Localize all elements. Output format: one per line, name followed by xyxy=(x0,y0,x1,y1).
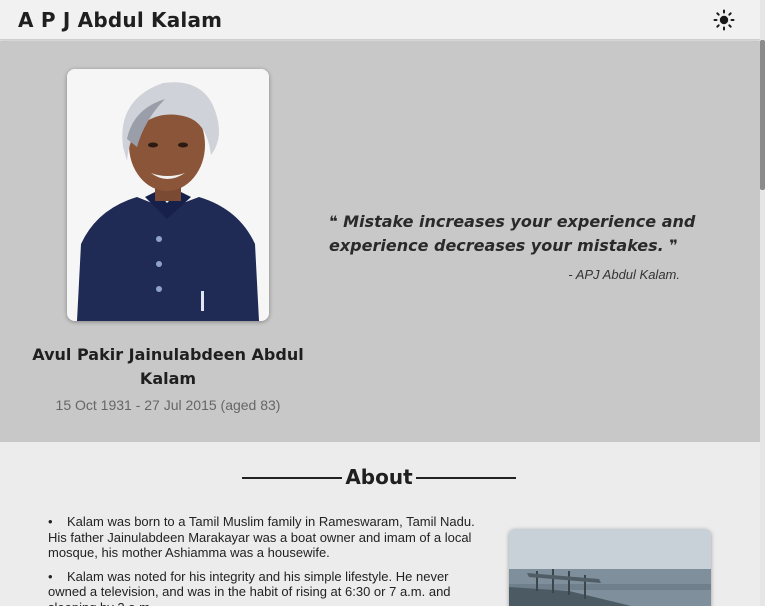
quote-author: - APJ Abdul Kalam. xyxy=(568,267,680,282)
bullet-icon: • xyxy=(48,568,53,584)
quote-text: ❝ Mistake increases your experience and … xyxy=(329,212,696,255)
bridge-photo xyxy=(509,529,711,606)
top-bar: A P J Abdul Kalam xyxy=(0,0,760,40)
list-item: • Kalam was noted for his integrity and … xyxy=(48,569,488,606)
scrollbar-thumb[interactable] xyxy=(760,40,765,190)
sun-icon[interactable] xyxy=(712,8,736,32)
about-list: • Kalam was born to a Tamil Muslim famil… xyxy=(48,514,488,606)
bullet-icon: • xyxy=(48,514,53,529)
about-heading-block: About xyxy=(242,465,516,493)
full-name: Avul Pakir Jainulabdeen Abdul Kalam xyxy=(32,345,304,388)
about-heading: About xyxy=(345,465,413,489)
list-item-text: Kalam was born to a Tamil Muslim family … xyxy=(48,514,475,560)
list-item-text: Kalam was noted for his integrity and hi… xyxy=(48,568,451,606)
life-dates: 15 Oct 1931 - 27 Jul 2015 (aged 83) xyxy=(55,397,281,413)
scrollbar[interactable] xyxy=(760,0,765,606)
site-title: A P J Abdul Kalam xyxy=(18,8,223,32)
portrait-photo xyxy=(67,69,269,321)
list-item: • Kalam was born to a Tamil Muslim famil… xyxy=(48,514,488,561)
hero-section: Avul Pakir Jainulabdeen Abdul Kalam 15 O… xyxy=(0,41,760,442)
